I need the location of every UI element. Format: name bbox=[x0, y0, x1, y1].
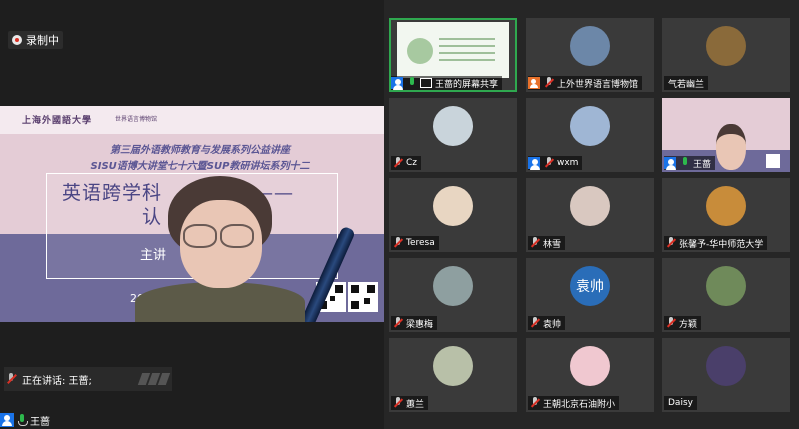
participant-tile[interactable]: 上外世界语言博物馆 bbox=[526, 18, 654, 92]
participant-name-bar: 上外世界语言博物馆 bbox=[528, 76, 643, 90]
recording-label: 录制中 bbox=[26, 34, 59, 47]
participant-tile[interactable]: Cz bbox=[389, 98, 517, 172]
mic-muted-icon bbox=[530, 237, 541, 249]
participant-gallery: 王蔷的屏幕共享 上外世界语言博物馆 气若幽兰 Cz wxm 王蔷 Teresa 林雪 张馨予-华… bbox=[384, 0, 799, 429]
mic-muted-icon bbox=[530, 397, 541, 409]
avatar bbox=[433, 346, 473, 386]
screen-share-thumbnail bbox=[397, 22, 509, 78]
qr-code bbox=[348, 282, 378, 312]
person-icon bbox=[0, 413, 14, 427]
participant-name-bar: 王蔷 bbox=[664, 156, 716, 170]
participant-tile[interactable]: 王朝北京石油附小 bbox=[526, 338, 654, 412]
participant-name-bar: Cz bbox=[391, 156, 422, 170]
participant-tile[interactable]: wxm bbox=[526, 98, 654, 172]
participant-name: 方颖 bbox=[679, 319, 698, 330]
participant-name: 袁帅 bbox=[543, 319, 562, 330]
avatar: 袁帅 bbox=[570, 266, 610, 306]
person-icon bbox=[391, 77, 403, 90]
mic-muted-icon bbox=[6, 373, 17, 385]
slide-series-line1: 第三届外语教师教育与发展系列公益讲座 bbox=[110, 145, 290, 156]
mic-muted-icon bbox=[393, 397, 404, 409]
slide-presenter: 主讲 bbox=[140, 248, 167, 263]
participant-tile[interactable]: 蕙兰 bbox=[389, 338, 517, 412]
recording-indicator[interactable]: 录制中 bbox=[8, 31, 63, 49]
host-icon bbox=[528, 77, 540, 89]
participant-name-bar: 林雪 bbox=[528, 236, 566, 250]
participant-name-bar: 梁惠梅 bbox=[391, 316, 438, 330]
mic-muted-icon bbox=[666, 237, 677, 249]
screen-share-icon bbox=[420, 78, 432, 88]
participant-tile[interactable]: 袁帅 袁帅 bbox=[526, 258, 654, 332]
active-speaker-label: 正在讲话: 王蔷; bbox=[22, 375, 92, 387]
avatar bbox=[433, 186, 473, 226]
participant-tile[interactable]: 梁惠梅 bbox=[389, 258, 517, 332]
mic-muted-icon bbox=[666, 317, 677, 329]
person-icon bbox=[528, 157, 540, 170]
participant-name-bar: 王朝北京石油附小 bbox=[528, 396, 620, 410]
mic-muted-icon bbox=[393, 157, 404, 169]
person-icon bbox=[664, 157, 676, 170]
participant-name-bar: Teresa bbox=[391, 236, 439, 250]
participant-tile[interactable]: Teresa bbox=[389, 178, 517, 252]
self-name: 王蔷 bbox=[30, 416, 50, 428]
participant-name: Teresa bbox=[406, 238, 435, 248]
participant-name: 上外世界语言博物馆 bbox=[557, 79, 639, 90]
record-icon bbox=[12, 35, 22, 45]
participant-name: 王蔷的屏幕共享 bbox=[435, 79, 499, 90]
participant-name-bar: 袁帅 bbox=[528, 316, 566, 330]
mic-on-icon bbox=[18, 414, 28, 426]
participant-tile[interactable]: 张馨予-华中师范大学 bbox=[662, 178, 790, 252]
participant-name-bar: wxm bbox=[528, 156, 583, 170]
avatar bbox=[706, 266, 746, 306]
mic-muted-icon bbox=[530, 317, 541, 329]
active-speaker-bar: 正在讲话: 王蔷; bbox=[4, 367, 172, 391]
participant-tile[interactable]: 王蔷的屏幕共享 bbox=[389, 18, 517, 92]
avatar bbox=[706, 346, 746, 386]
participant-tile[interactable]: 林雪 bbox=[526, 178, 654, 252]
participant-name-bar: 张馨予-华中师范大学 bbox=[664, 236, 768, 250]
participant-name: 蕙兰 bbox=[406, 399, 425, 410]
avatar bbox=[570, 106, 610, 146]
university-logo: 上海外國語大學 bbox=[22, 116, 93, 126]
participant-name: 林雪 bbox=[543, 239, 562, 250]
main-video-area: 录制中 上海外國語大學 世界语言博物馆 第三届外语教师教育与发展系列公益讲座 S… bbox=[0, 0, 384, 429]
mic-muted-icon bbox=[393, 237, 404, 249]
participant-name: Daisy bbox=[668, 398, 693, 408]
participant-name: 气若幽兰 bbox=[668, 79, 705, 90]
participant-name: 梁惠梅 bbox=[406, 319, 434, 330]
participant-name: Cz bbox=[406, 158, 418, 168]
participant-name-bar: 方颖 bbox=[664, 316, 702, 330]
participant-name: 张馨予-华中师范大学 bbox=[679, 239, 764, 250]
participant-name-bar: 王蔷的屏幕共享 bbox=[391, 76, 503, 90]
mic-on-icon bbox=[407, 77, 417, 89]
avatar bbox=[706, 26, 746, 66]
avatar bbox=[570, 186, 610, 226]
avatar bbox=[570, 26, 610, 66]
participant-tile[interactable]: 方颖 bbox=[662, 258, 790, 332]
slide-subtitle: 认 bbox=[142, 206, 162, 228]
mic-muted-icon bbox=[544, 77, 555, 89]
participant-tile[interactable]: 气若幽兰 bbox=[662, 18, 790, 92]
participant-tile[interactable]: 王蔷 bbox=[662, 98, 790, 172]
mic-muted-icon bbox=[544, 157, 555, 169]
participant-tile[interactable]: Daisy bbox=[662, 338, 790, 412]
mic-muted-icon bbox=[393, 317, 404, 329]
avatar bbox=[433, 266, 473, 306]
mic-on-icon bbox=[680, 157, 690, 169]
slide-header: 上海外國語大學 世界语言博物馆 bbox=[0, 106, 384, 134]
self-name-bar: 王蔷 bbox=[0, 411, 50, 429]
participant-name: wxm bbox=[557, 158, 579, 168]
avatar bbox=[433, 106, 473, 146]
museum-logo: 世界语言博物馆 bbox=[115, 116, 158, 123]
speaker-dots-icon bbox=[137, 373, 171, 385]
participant-name: 王朝北京石油附小 bbox=[543, 399, 616, 410]
avatar bbox=[570, 346, 610, 386]
participant-name: 王蔷 bbox=[693, 159, 712, 170]
avatar bbox=[706, 186, 746, 226]
participant-name-bar: 气若幽兰 bbox=[664, 76, 709, 90]
slide-series-line2: SISU语博大讲堂七十六暨SUP教研讲坛系列十二 bbox=[90, 161, 310, 172]
participant-name-bar: 蕙兰 bbox=[391, 396, 429, 410]
participant-name-bar: Daisy bbox=[664, 396, 697, 410]
